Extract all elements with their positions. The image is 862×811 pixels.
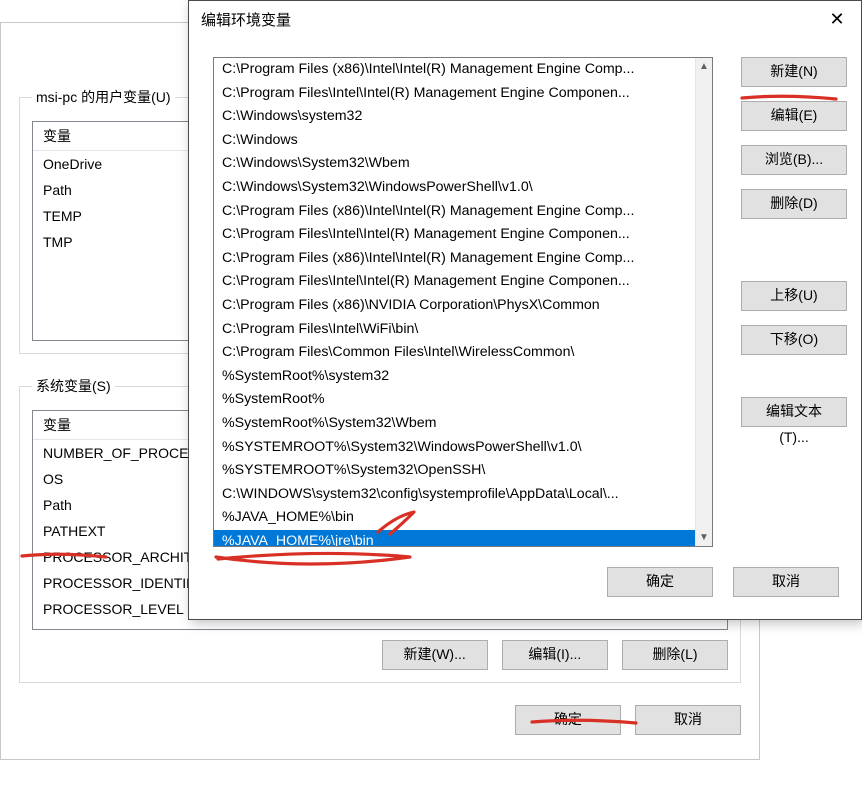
parent-new-button[interactable]: 新建(W)... <box>382 640 488 670</box>
close-icon[interactable]: ✕ <box>813 1 861 37</box>
scroll-up-icon[interactable]: ▲ <box>696 58 712 75</box>
path-item[interactable]: %SYSTEMROOT%\System32\OpenSSH\ <box>214 459 695 483</box>
path-item[interactable]: C:\WINDOWS\system32\config\systemprofile… <box>214 483 695 507</box>
path-entries-list[interactable]: C:\Program Files (x86)\Intel\Intel(R) Ma… <box>213 57 713 547</box>
path-item[interactable]: C:\Program Files\Intel\Intel(R) Manageme… <box>214 82 695 106</box>
path-item[interactable]: %SystemRoot%\System32\Wbem <box>214 412 695 436</box>
path-item[interactable]: %JAVA_HOME%\jre\bin <box>214 530 695 546</box>
path-item[interactable]: %SYSTEMROOT%\System32\WindowsPowerShell\… <box>214 436 695 460</box>
edit-text-button[interactable]: 编辑文本(T)... <box>741 397 847 427</box>
path-item[interactable]: C:\Program Files (x86)\Intel\Intel(R) Ma… <box>214 58 695 82</box>
path-item[interactable]: %SystemRoot%\system32 <box>214 365 695 389</box>
parent-delete-button[interactable]: 删除(L) <box>622 640 728 670</box>
parent-cancel-button[interactable]: 取消 <box>635 705 741 735</box>
new-button[interactable]: 新建(N) <box>741 57 847 87</box>
path-item[interactable]: %JAVA_HOME%\bin <box>214 506 695 530</box>
path-item[interactable]: C:\Windows\System32\Wbem <box>214 152 695 176</box>
move-down-button[interactable]: 下移(O) <box>741 325 847 355</box>
parent-edit-button[interactable]: 编辑(I)... <box>502 640 608 670</box>
delete-button[interactable]: 删除(D) <box>741 189 847 219</box>
edit-env-var-dialog: 编辑环境变量 ✕ C:\Program Files (x86)\Intel\In… <box>188 0 862 620</box>
ok-button[interactable]: 确定 <box>607 567 713 597</box>
sys-vars-label: 系统变量(S) <box>32 376 115 396</box>
path-item[interactable]: C:\Windows\System32\WindowsPowerShell\v1… <box>214 176 695 200</box>
path-item[interactable]: C:\Program Files (x86)\NVIDIA Corporatio… <box>214 294 695 318</box>
list-item[interactable]: PROCESSOR_REVISION <box>33 622 727 630</box>
path-item[interactable]: C:\Program Files\Intel\WiFi\bin\ <box>214 318 695 342</box>
scroll-down-icon[interactable]: ▼ <box>696 529 712 546</box>
path-item[interactable]: C:\Windows <box>214 129 695 153</box>
path-item[interactable]: C:\Program Files (x86)\Intel\Intel(R) Ma… <box>214 247 695 271</box>
edit-button[interactable]: 编辑(E) <box>741 101 847 131</box>
move-up-button[interactable]: 上移(U) <box>741 281 847 311</box>
scrollbar[interactable]: ▲ ▼ <box>695 58 712 546</box>
path-item[interactable]: C:\Program Files\Common Files\Intel\Wire… <box>214 341 695 365</box>
path-item[interactable]: C:\Windows\system32 <box>214 105 695 129</box>
dialog-titlebar: 编辑环境变量 ✕ <box>189 1 861 37</box>
path-item[interactable]: C:\Program Files (x86)\Intel\Intel(R) Ma… <box>214 200 695 224</box>
cancel-button[interactable]: 取消 <box>733 567 839 597</box>
browse-button[interactable]: 浏览(B)... <box>741 145 847 175</box>
parent-ok-button[interactable]: 确定 <box>515 705 621 735</box>
dialog-title: 编辑环境变量 <box>201 9 291 30</box>
path-item[interactable]: C:\Program Files\Intel\Intel(R) Manageme… <box>214 270 695 294</box>
user-vars-label: msi-pc 的用户变量(U) <box>32 87 175 107</box>
path-item[interactable]: %SystemRoot% <box>214 388 695 412</box>
path-item[interactable]: C:\Program Files\Intel\Intel(R) Manageme… <box>214 223 695 247</box>
